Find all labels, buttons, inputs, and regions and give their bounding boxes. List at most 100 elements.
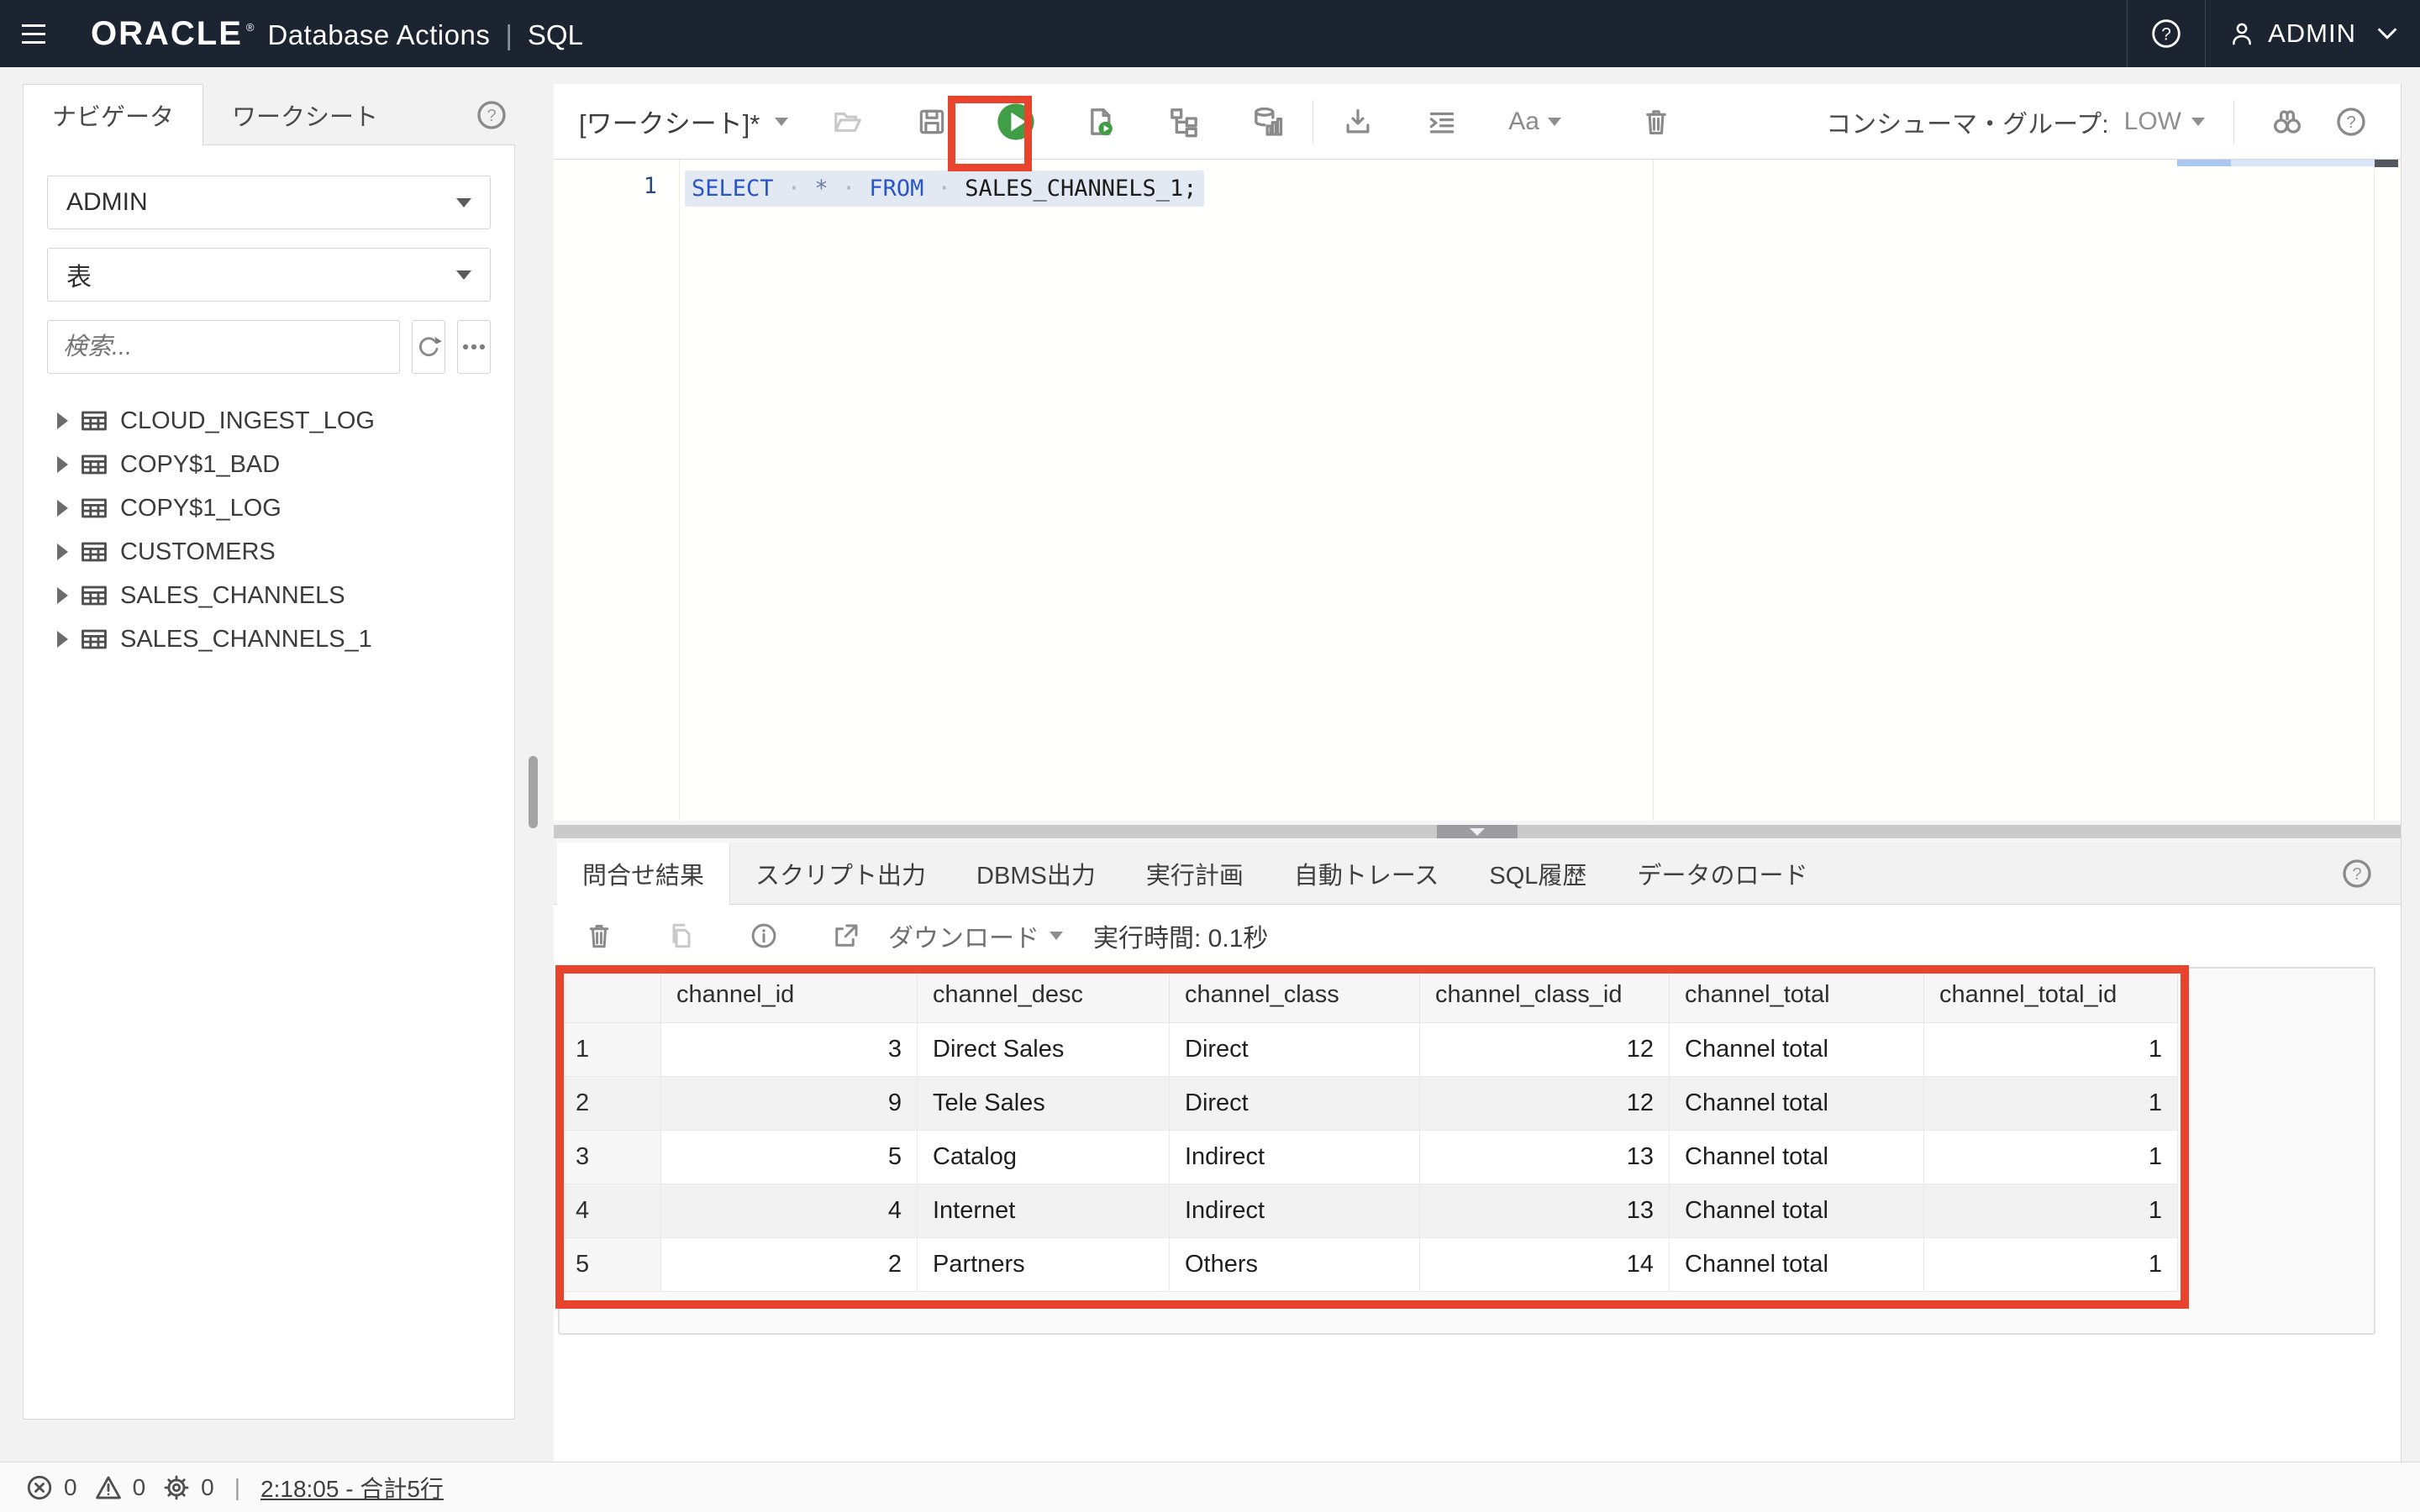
save-button[interactable]	[908, 97, 956, 146]
consumer-group-select[interactable]: LOW	[2124, 108, 2205, 136]
expand-caret-icon[interactable]	[57, 456, 68, 473]
table-row[interactable]: 52PartnersOthers14Channel total1	[560, 1237, 2178, 1291]
cell[interactable]: 1	[1924, 1184, 2178, 1237]
sql-statement-line[interactable]: SELECT · * · FROM · SALES_CHANNELS_1;	[685, 168, 1204, 208]
hamburger-menu-icon[interactable]	[0, 0, 67, 67]
cell[interactable]: 3	[661, 1022, 918, 1076]
worksheet-help-button[interactable]: ?	[2327, 97, 2375, 146]
format-button[interactable]	[1418, 97, 1466, 146]
tree-item[interactable]: CLOUD_INGEST_LOG	[47, 399, 491, 443]
processes-indicator[interactable]: 0	[162, 1473, 214, 1502]
tree-item[interactable]: COPY$1_BAD	[47, 443, 491, 486]
worksheet-caret-icon[interactable]	[775, 118, 788, 126]
cell[interactable]: Direct	[1170, 1022, 1420, 1076]
cell[interactable]: Direct Sales	[918, 1022, 1170, 1076]
cell[interactable]: Channel total	[1670, 1130, 1924, 1184]
info-button[interactable]	[742, 914, 786, 958]
cell[interactable]: 2	[661, 1237, 918, 1291]
tree-item[interactable]: COPY$1_LOG	[47, 486, 491, 530]
open-file-button[interactable]	[823, 97, 872, 146]
find-button[interactable]	[2263, 97, 2312, 146]
cell[interactable]: Channel total	[1670, 1022, 1924, 1076]
tab-navigator[interactable]: ナビゲータ	[23, 84, 203, 145]
cell[interactable]: Indirect	[1170, 1184, 1420, 1237]
clear-worksheet-button[interactable]	[1632, 97, 1681, 146]
warnings-indicator[interactable]: 0	[94, 1473, 146, 1502]
table-row[interactable]: 29Tele SalesDirect12Channel total1	[560, 1076, 2178, 1130]
refresh-button[interactable]	[412, 320, 445, 374]
run-script-button[interactable]	[1076, 97, 1124, 146]
column-header[interactable]: channel_class_id	[1420, 969, 1670, 1022]
object-type-select[interactable]: 表	[47, 248, 491, 302]
expand-caret-icon[interactable]	[57, 543, 68, 560]
column-header[interactable]: channel_class	[1170, 969, 1420, 1022]
cell[interactable]: 13	[1420, 1130, 1670, 1184]
font-size-button[interactable]: Aa	[1502, 108, 1568, 136]
table-row[interactable]: 13Direct SalesDirect12Channel total1	[560, 1022, 2178, 1076]
column-header[interactable]: channel_id	[661, 969, 918, 1022]
cell[interactable]: 14	[1420, 1237, 1670, 1291]
cell[interactable]: 1	[1924, 1130, 2178, 1184]
results-tab[interactable]: 自動トレース	[1269, 843, 1465, 904]
splitter-handle[interactable]	[529, 756, 538, 828]
run-statement-button[interactable]	[992, 97, 1040, 146]
cell[interactable]: Indirect	[1170, 1130, 1420, 1184]
cell[interactable]: 1	[1924, 1022, 2178, 1076]
user-menu[interactable]: ADMIN	[2205, 0, 2420, 67]
worksheet-name[interactable]: [ワークシート]*	[579, 102, 760, 140]
download-button[interactable]	[1334, 97, 1382, 146]
open-in-new-tab-button[interactable]	[824, 914, 868, 958]
results-tab[interactable]: DBMS出力	[951, 843, 1121, 904]
tree-item[interactable]: SALES_CHANNELS_1	[47, 617, 491, 661]
results-tab[interactable]: SQL履歴	[1464, 843, 1612, 904]
results-tab[interactable]: データのロード	[1612, 843, 1833, 904]
expand-caret-icon[interactable]	[57, 412, 68, 429]
results-tab[interactable]: 実行計画	[1121, 843, 1269, 904]
cell[interactable]: Channel total	[1670, 1184, 1924, 1237]
sql-editor[interactable]: 1 SELECT · * · FROM · SALES_CHANNELS_1;	[554, 160, 2401, 821]
results-tab[interactable]: スクリプト出力	[730, 843, 951, 904]
cell[interactable]: Tele Sales	[918, 1076, 1170, 1130]
cell[interactable]: Others	[1170, 1237, 1420, 1291]
more-actions-button[interactable]	[457, 320, 491, 374]
cell[interactable]: Channel total	[1670, 1237, 1924, 1291]
column-header[interactable]: channel_desc	[918, 969, 1170, 1022]
cell[interactable]: 1	[1924, 1076, 2178, 1130]
cell[interactable]: Internet	[918, 1184, 1170, 1237]
cell[interactable]: 12	[1420, 1022, 1670, 1076]
column-header[interactable]: channel_total_id	[1924, 969, 2178, 1022]
tree-item[interactable]: CUSTOMERS	[47, 530, 491, 574]
cell[interactable]: Partners	[918, 1237, 1170, 1291]
tab-worksheet[interactable]: ワークシート	[203, 84, 407, 145]
results-help-button[interactable]: ?	[2340, 843, 2401, 904]
discard-results-button[interactable]	[577, 914, 621, 958]
expand-caret-icon[interactable]	[57, 631, 68, 648]
cell[interactable]: Catalog	[918, 1130, 1170, 1184]
table-row[interactable]: 35CatalogIndirect13Channel total1	[560, 1130, 2178, 1184]
cell[interactable]: Direct	[1170, 1076, 1420, 1130]
download-results-dropdown[interactable]: ダウンロード	[888, 917, 1063, 954]
copy-results-button[interactable]	[660, 914, 703, 958]
expand-caret-icon[interactable]	[57, 587, 68, 604]
expand-caret-icon[interactable]	[57, 500, 68, 517]
explain-plan-button[interactable]	[1160, 97, 1208, 146]
autotrace-button[interactable]	[1244, 97, 1292, 146]
cell[interactable]: 12	[1420, 1076, 1670, 1130]
help-button[interactable]: ?	[2127, 0, 2205, 67]
cell[interactable]: Channel total	[1670, 1076, 1924, 1130]
cell[interactable]: 1	[1924, 1237, 2178, 1291]
tree-item[interactable]: SALES_CHANNELS	[47, 574, 491, 617]
cell[interactable]: 9	[661, 1076, 918, 1130]
errors-indicator[interactable]: 0	[25, 1473, 77, 1502]
sidebar-help-button[interactable]: ?	[475, 84, 515, 145]
collapse-results-handle[interactable]	[1437, 825, 1518, 838]
results-tab[interactable]: 問合せ結果	[557, 843, 730, 905]
schema-select[interactable]: ADMIN	[47, 176, 491, 229]
editor-scrollbar-thumb[interactable]	[2375, 160, 2398, 167]
column-header[interactable]: channel_total	[1670, 969, 1924, 1022]
cell[interactable]: 4	[661, 1184, 918, 1237]
cell[interactable]: 13	[1420, 1184, 1670, 1237]
history-link[interactable]: 2:18:05 - 合計5行	[260, 1471, 444, 1504]
cell[interactable]: 5	[661, 1130, 918, 1184]
search-input[interactable]	[47, 320, 400, 374]
